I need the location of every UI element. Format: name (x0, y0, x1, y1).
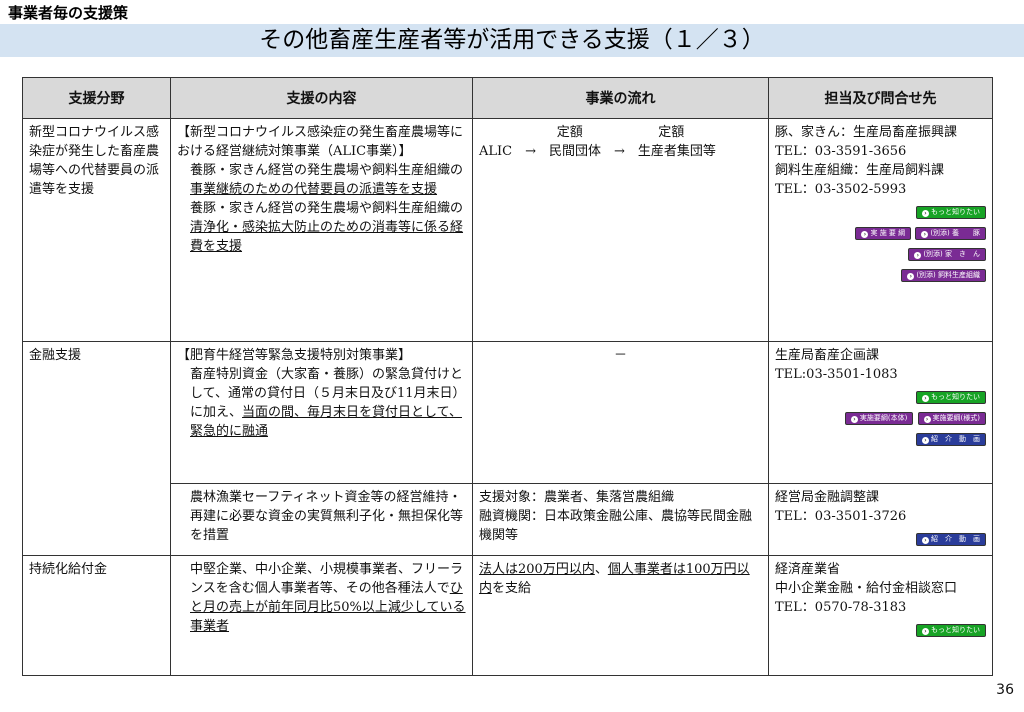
contact-tel: TEL:03-3501-1083 (775, 367, 898, 382)
arrow-right-icon: › (921, 231, 929, 238)
header-contact: 担当及び問合せ先 (768, 77, 993, 119)
guidelines-forms-button[interactable]: › 実施要綱(様式) (917, 412, 986, 425)
implementation-guidelines-button[interactable]: › 実 施 要 綱 (855, 227, 912, 240)
flow-label: 定額 (658, 125, 685, 140)
arrow-right-icon: › (861, 231, 869, 238)
content-underline: 事業継続のための代替要員の派遣等を支援 (190, 182, 438, 197)
content-cell: 農林漁業セーフティネット資金等の経営維持・再建に必要な資金の実質無利子化・無担保… (170, 483, 473, 556)
intro-video-button[interactable]: › 紹 介 動 画 (916, 433, 986, 446)
flow-line: ALIC → 民間団体 → 生産者集団等 (479, 144, 716, 159)
arrow-right-icon: › (922, 437, 929, 444)
contact-cell: 経営局金融調整課 TEL：03-3501-3726 › 紹 介 動 画 (768, 483, 993, 556)
more-info-button[interactable]: › もっと知りたい (916, 624, 986, 637)
contact-dept: 中小企業金融・給付金相談窓口 (775, 581, 958, 596)
annex-feed-button[interactable]: › (別添) 飼料生産組織 (901, 269, 986, 282)
content-text: 農林漁業セーフティネット資金等の経営維持・再建に必要な資金の実質無利子化・無担保… (190, 490, 464, 543)
header-flow: 事業の流れ (472, 77, 769, 119)
annex-pig-button[interactable]: › (別添) 養 豚 (915, 227, 986, 240)
arrow-right-icon: › (922, 537, 929, 544)
page-title: その他畜産生産者等が活用できる支援（１／３） (0, 24, 1024, 57)
content-cell: 中堅企業、中小企業、小規模事業者、フリーランスを含む個人事業者等、その他各種法人… (170, 555, 473, 676)
flow-cell: － (472, 341, 769, 484)
contact-dept: 飼料生産組織：生産局飼料課 (775, 163, 945, 178)
flow-text: 支援対象：農業者、集落営農組織 (479, 490, 675, 505)
contact-cell: 経済産業省 中小企業金融・給付金相談窓口 TEL：0570-78-3183 › も… (768, 555, 993, 676)
section-label: 事業者毎の支援策 (8, 4, 129, 22)
flow-cell: 定額 定額 ALIC → 民間団体 → 生産者集団等 (472, 118, 769, 342)
more-info-button[interactable]: › もっと知りたい (916, 391, 986, 404)
contact-dept: 経済産業省 (775, 562, 841, 577)
contact-cell: 豚、家きん：生産局畜産振興課 TEL：03-3591-3656 飼料生産組織：生… (768, 118, 993, 342)
contact-tel: TEL：03-3502-5993 (775, 182, 907, 197)
arrow-right-icon: › (923, 416, 931, 423)
flow-label: 定額 (556, 125, 583, 140)
link-buttons: › もっと知りたい › 実施要綱(本体) › 実施要綱(様式) › 紹 介 動 画 (775, 386, 986, 447)
page-number: 36 (996, 682, 1014, 698)
field-cell: 金融支援 (22, 341, 171, 556)
flow-text: 融資機関：日本政策金融公庫、農協等民間金融機関等 (479, 509, 753, 543)
table-row-finance: 金融支援 【肥育牛経営等緊急支援特別対策事業】 畜産特別資金（大家畜・養豚）の緊… (22, 341, 993, 556)
flow-cell: 法人は200万円以内、個人事業者は100万円以内を支給 (472, 555, 769, 676)
content-underline: 清浄化・感染拡大防止のための消毒等に係る経費を支援 (190, 220, 464, 254)
arrow-right-icon: › (907, 273, 915, 280)
contact-dept: 豚、家きん：生産局畜産振興課 (775, 125, 958, 140)
content-text: 中堅企業、中小企業、小規模事業者、フリーランスを含む個人事業者等、その他各種法人… (190, 562, 464, 596)
contact-tel: TEL：0570-78-3183 (775, 600, 907, 615)
arrow-right-icon: › (922, 628, 929, 635)
guidelines-main-button[interactable]: › 実施要綱(本体) (844, 412, 914, 425)
field-cell: 持続化給付金 (22, 555, 171, 676)
contact-tel: TEL：03-3501-3726 (775, 509, 907, 524)
content-text: 養豚・家きん経営の発生農場や飼料生産組織の (190, 163, 464, 178)
content-cell: 【肥育牛経営等緊急支援特別対策事業】 畜産特別資金（大家畜・養豚）の緊急貸付けと… (170, 341, 473, 484)
arrow-right-icon: › (922, 395, 929, 402)
arrow-right-icon: › (850, 416, 858, 423)
contact-tel: TEL：03-3591-3656 (775, 144, 907, 159)
header-field: 支援分野 (22, 77, 171, 119)
field-cell: 新型コロナウイルス感染症が発生した畜産農場等への代替要員の派遣等を支援 (22, 118, 171, 342)
link-buttons: › もっと知りたい › 実 施 要 綱 › (別添) 養 豚 › (別添) 家 き ん … (775, 201, 986, 283)
content-text: 養豚・家きん経営の発生農場や飼料生産組織の (190, 201, 464, 216)
content-title: 【新型コロナウイルス感染症の発生畜産農場等における経営継続対策事業（ALIC事業… (177, 125, 464, 159)
table-row-sustainability-benefit: 持続化給付金 中堅企業、中小企業、小規模事業者、フリーランスを含む個人事業者等、… (22, 555, 993, 676)
table-header-row: 支援分野 支援の内容 事業の流れ 担当及び問合せ先 (22, 77, 993, 119)
support-table: 支援分野 支援の内容 事業の流れ 担当及び問合せ先 新型コロナウイルス感染症が発… (22, 77, 993, 676)
link-buttons: › 紹 介 動 画 (775, 528, 986, 547)
content-cell: 【新型コロナウイルス感染症の発生畜産農場等における経営継続対策事業（ALIC事業… (170, 118, 473, 342)
intro-video-button[interactable]: › 紹 介 動 画 (916, 533, 986, 546)
contact-dept: 生産局畜産企画課 (775, 348, 880, 363)
flow-cell: 支援対象：農業者、集落営農組織 融資機関：日本政策金融公庫、農協等民間金融機関等 (472, 483, 769, 556)
annex-poultry-button[interactable]: › (別添) 家 き ん (908, 248, 986, 261)
contact-dept: 経営局金融調整課 (775, 490, 880, 505)
link-buttons: › もっと知りたい (775, 619, 986, 638)
table-row-covid-staff: 新型コロナウイルス感染症が発生した畜産農場等への代替要員の派遣等を支援 【新型コ… (22, 118, 993, 342)
content-title: 【肥育牛経営等緊急支援特別対策事業】 (177, 348, 412, 363)
more-info-button[interactable]: › もっと知りたい (916, 206, 986, 219)
flow-underline: 法人は200万円以内 (479, 562, 595, 577)
header-content: 支援の内容 (170, 77, 473, 119)
arrow-right-icon: › (922, 210, 929, 217)
contact-cell: 生産局畜産企画課 TEL:03-3501-1083 › もっと知りたい › 実施要綱… (768, 341, 993, 484)
arrow-right-icon: › (914, 252, 922, 259)
